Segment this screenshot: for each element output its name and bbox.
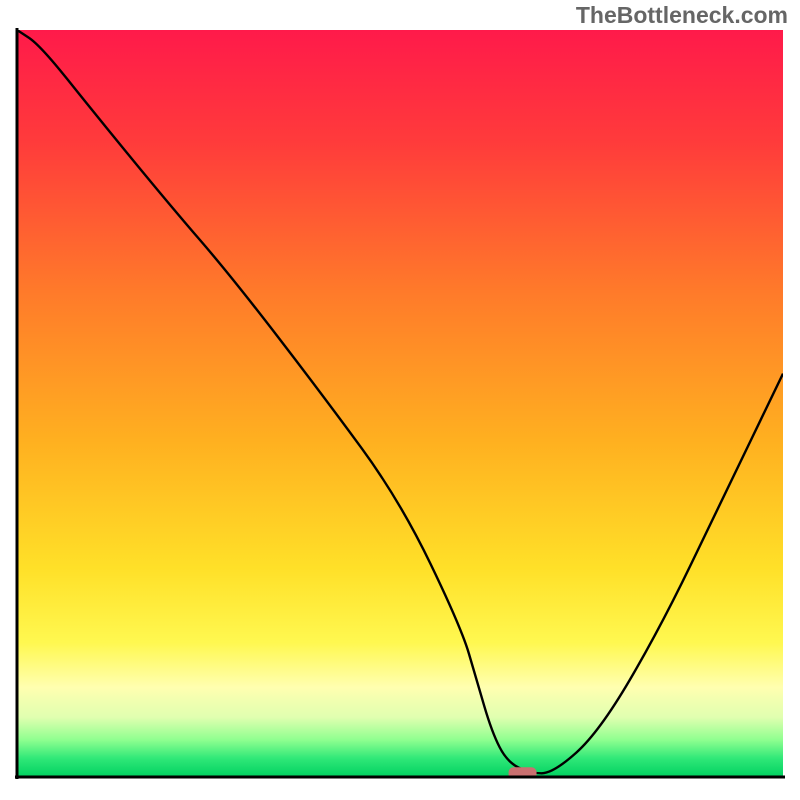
watermark-text: TheBottleneck.com <box>576 2 788 29</box>
chart-container: TheBottleneck.com <box>0 0 800 800</box>
gradient-background <box>17 30 783 777</box>
bottleneck-chart <box>0 0 800 800</box>
